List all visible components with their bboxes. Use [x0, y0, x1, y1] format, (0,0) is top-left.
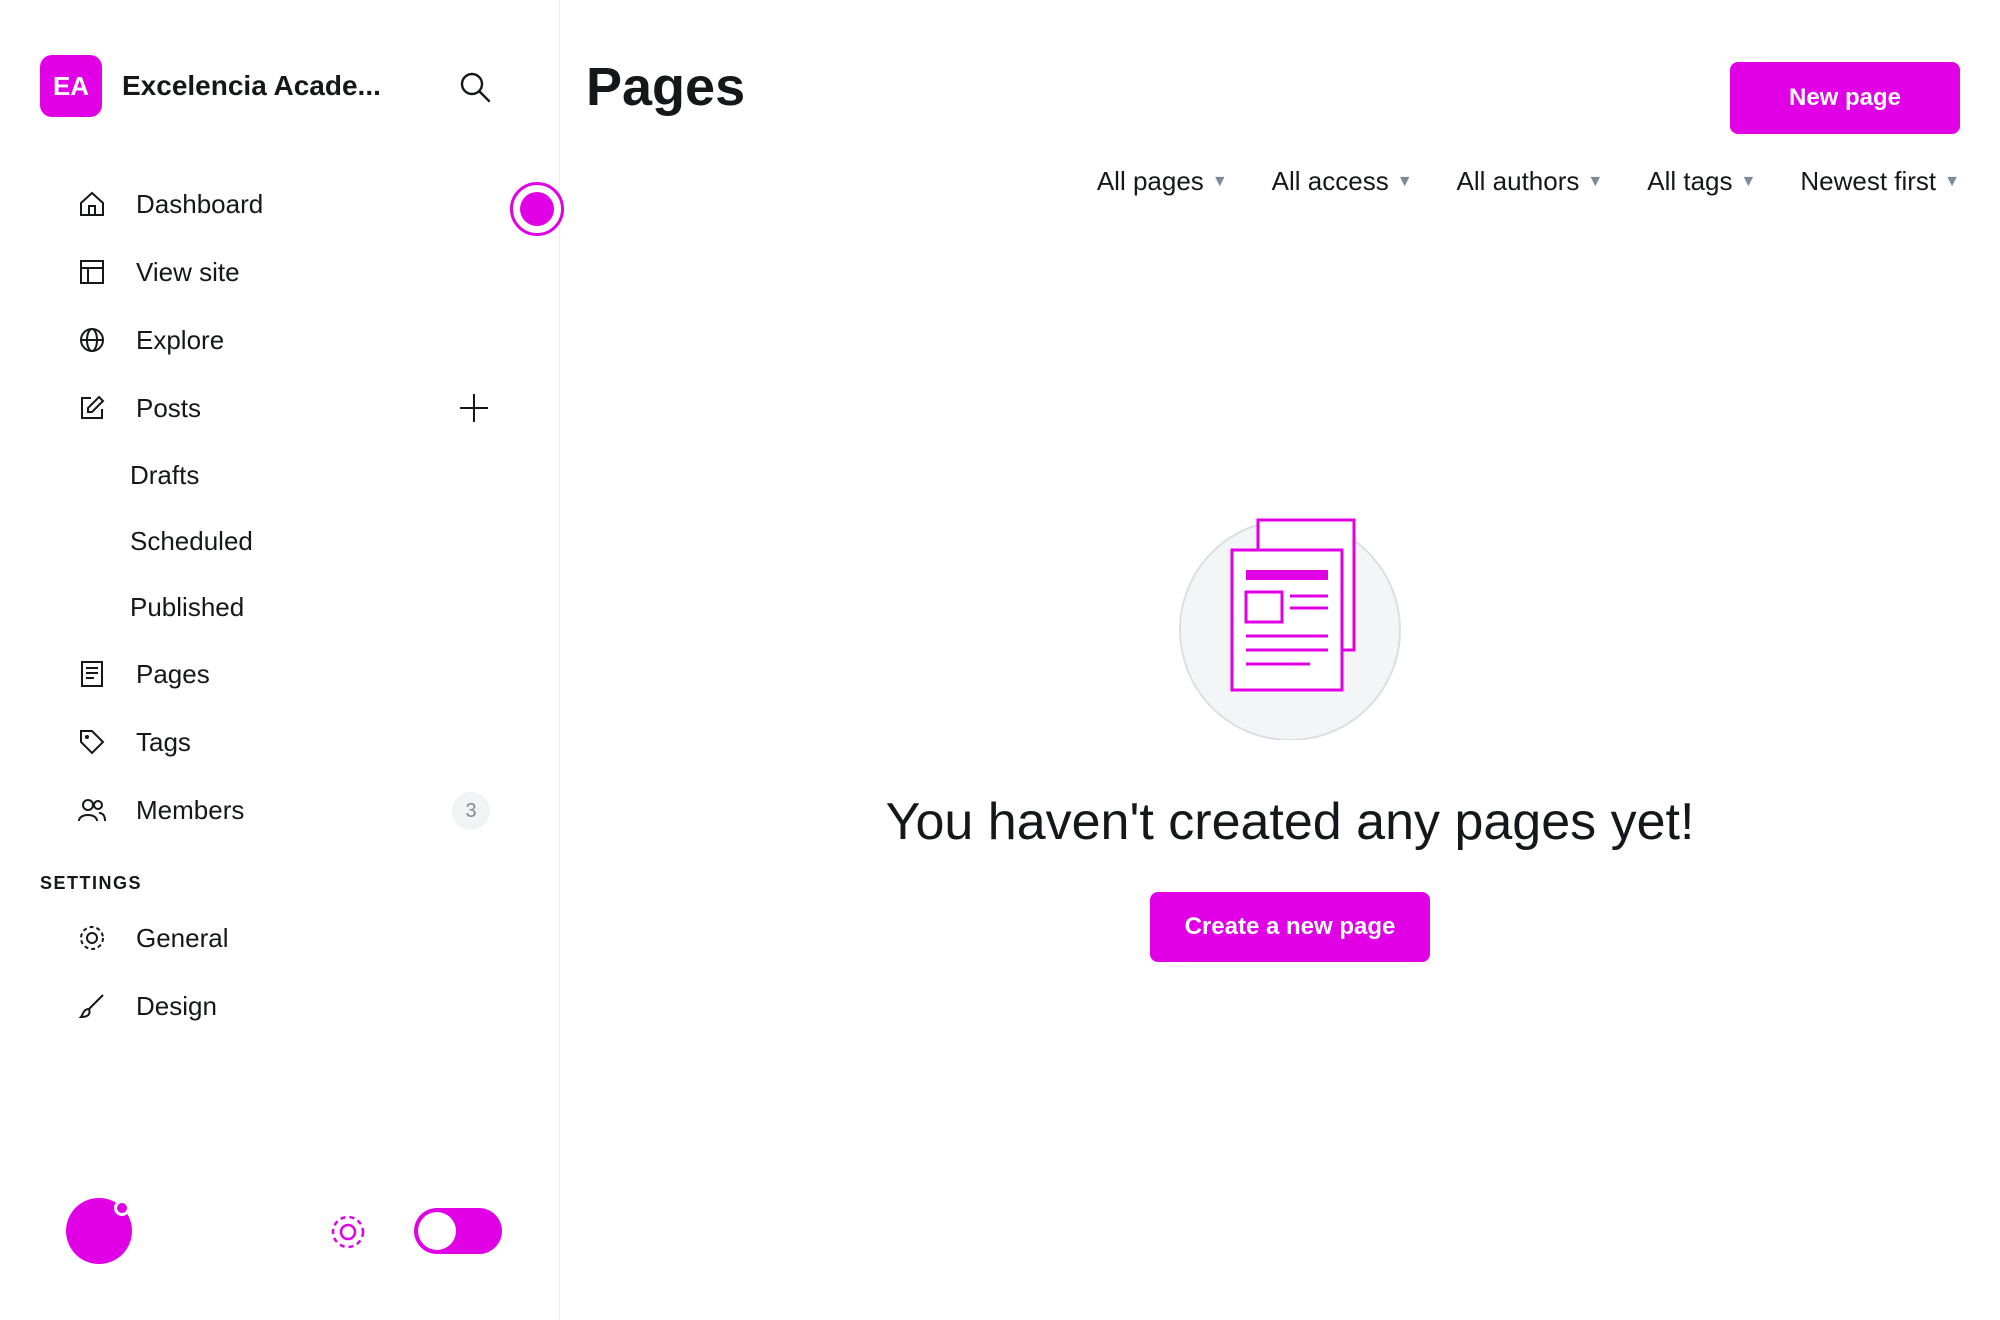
chevron-down-icon: ▼	[1211, 172, 1228, 190]
add-post-icon[interactable]	[454, 388, 494, 428]
filter-label: All authors	[1456, 166, 1580, 196]
sidebar-item-label: Design	[136, 990, 217, 1021]
dark-mode-toggle[interactable]	[414, 1208, 502, 1254]
sidebar-item-tags[interactable]: Tags	[40, 708, 520, 776]
filter-access[interactable]: All access ▼	[1272, 166, 1413, 197]
sidebar-item-label: Dashboard	[136, 188, 264, 219]
sidebar-item-label: View site	[136, 256, 240, 287]
avatar[interactable]	[66, 1198, 132, 1264]
sidebar-item-members[interactable]: Members 3	[40, 776, 520, 844]
filter-sort[interactable]: Newest first ▼	[1800, 166, 1960, 197]
sidebar-item-label: General	[136, 922, 229, 953]
filter-label: All tags	[1647, 166, 1733, 196]
sidebar-item-view-site[interactable]: View site	[40, 238, 520, 306]
filter-tags[interactable]: All tags ▼	[1647, 166, 1756, 197]
filter-type[interactable]: All pages ▼	[1097, 166, 1228, 197]
new-page-button[interactable]: New page	[1730, 62, 1960, 134]
pencil-square-icon	[74, 390, 110, 426]
filter-authors[interactable]: All authors ▼	[1457, 166, 1604, 197]
gear-icon	[74, 920, 110, 956]
chevron-down-icon: ▼	[1944, 172, 1960, 190]
sidebar-item-label: Pages	[136, 658, 210, 689]
create-page-button[interactable]: Create a new page	[1150, 892, 1430, 962]
page-title: Pages	[586, 57, 746, 117]
sidebar-item-general[interactable]: General	[40, 904, 520, 972]
page-icon	[74, 656, 110, 692]
sidebar-item-label: Drafts	[130, 459, 200, 490]
home-icon	[74, 186, 110, 222]
filter-label: Newest first	[1800, 166, 1937, 196]
sidebar-nav: Dashboard View site Explore Posts Drafts	[40, 170, 520, 1040]
sidebar-item-explore[interactable]: Explore	[40, 306, 520, 374]
sidebar-item-label: Scheduled	[130, 525, 253, 556]
sidebar-item-label: Explore	[136, 324, 225, 355]
empty-state-message: You haven't created any pages yet!	[885, 793, 1695, 851]
brand-logo: EA	[40, 55, 102, 117]
sidebar-item-scheduled[interactable]: Scheduled	[40, 508, 520, 574]
sidebar-item-label: Members	[136, 794, 245, 825]
globe-icon	[74, 322, 110, 358]
members-count-badge: 3	[452, 792, 490, 830]
brand[interactable]: EA Excelencia Acade...	[40, 50, 510, 122]
settings-heading: SETTINGS	[40, 873, 143, 893]
sidebar-item-label: Published	[130, 591, 245, 622]
sidebar-item-design[interactable]: Design	[40, 972, 520, 1040]
sidebar-item-published[interactable]: Published	[40, 574, 520, 640]
empty-state: You haven't created any pages yet! Creat…	[580, 500, 2000, 962]
chevron-down-icon: ▼	[1740, 172, 1757, 190]
toggle-knob	[418, 1212, 456, 1250]
filter-label: All pages	[1096, 166, 1204, 196]
gear-icon[interactable]	[328, 1212, 368, 1257]
brush-icon	[74, 988, 110, 1024]
sidebar-item-label: Tags	[136, 726, 191, 757]
filter-label: All access	[1271, 166, 1389, 196]
empty-pages-illustration	[1170, 500, 1410, 741]
members-icon	[74, 792, 110, 828]
sidebar: EA Excelencia Acade... Dashboard View si…	[0, 0, 564, 1320]
notification-dot	[114, 1200, 130, 1216]
sidebar-item-label: Posts	[136, 392, 202, 423]
sidebar-item-posts[interactable]: Posts	[40, 374, 520, 442]
sidebar-item-pages[interactable]: Pages	[40, 640, 520, 708]
chevron-down-icon: ▼	[1396, 172, 1413, 190]
filter-bar: All pages ▼ All access ▼ All authors ▼ All …	[1097, 166, 1960, 197]
layout-icon	[74, 254, 110, 290]
sidebar-item-drafts[interactable]: Drafts	[40, 442, 520, 508]
search-icon[interactable]	[450, 62, 500, 112]
chevron-down-icon: ▼	[1587, 172, 1604, 190]
brand-title: Excelencia Acade...	[122, 70, 381, 101]
tag-icon	[74, 724, 110, 760]
sidebar-item-dashboard[interactable]: Dashboard	[40, 170, 520, 238]
user-bar	[66, 1196, 526, 1266]
